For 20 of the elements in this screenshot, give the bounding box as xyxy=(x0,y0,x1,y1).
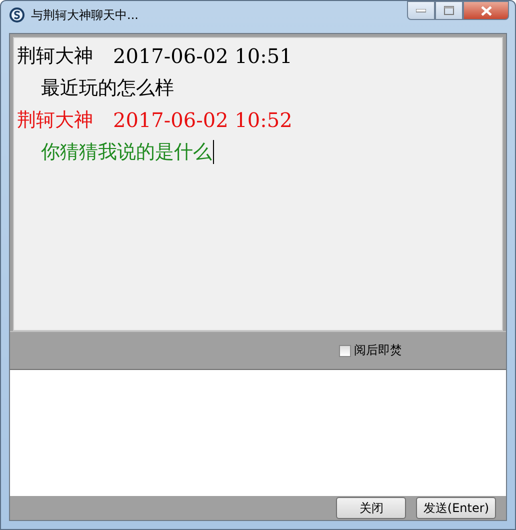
checkbox-label: 阅后即焚 xyxy=(354,342,402,359)
message-input[interactable] xyxy=(10,369,506,496)
minimize-button[interactable] xyxy=(407,1,435,20)
minimize-icon xyxy=(416,8,426,12)
close-icon xyxy=(480,6,492,16)
sender-name: 荆轲大神 xyxy=(17,44,93,69)
maximize-button[interactable] xyxy=(435,1,463,20)
sender-name: 荆轲大神 xyxy=(17,108,93,133)
dialog-button[interactable]: 发送(Enter) xyxy=(416,497,496,519)
maximize-icon xyxy=(444,6,454,15)
message-text: 最近玩的怎么样 xyxy=(41,76,174,101)
message-time: 2017-06-02 10:52 xyxy=(113,107,292,134)
app-icon xyxy=(9,7,25,23)
close-button[interactable] xyxy=(463,1,509,20)
checkbox[interactable] xyxy=(339,344,351,356)
dialog-button[interactable]: 关闭 xyxy=(336,497,406,519)
text-cursor xyxy=(213,140,214,164)
message-text: 你猜猜我说的是什么 xyxy=(41,140,212,165)
message-time: 2017-06-02 10:51 xyxy=(113,43,292,70)
window-title: 与荆轲大神聊天中... xyxy=(31,6,140,24)
